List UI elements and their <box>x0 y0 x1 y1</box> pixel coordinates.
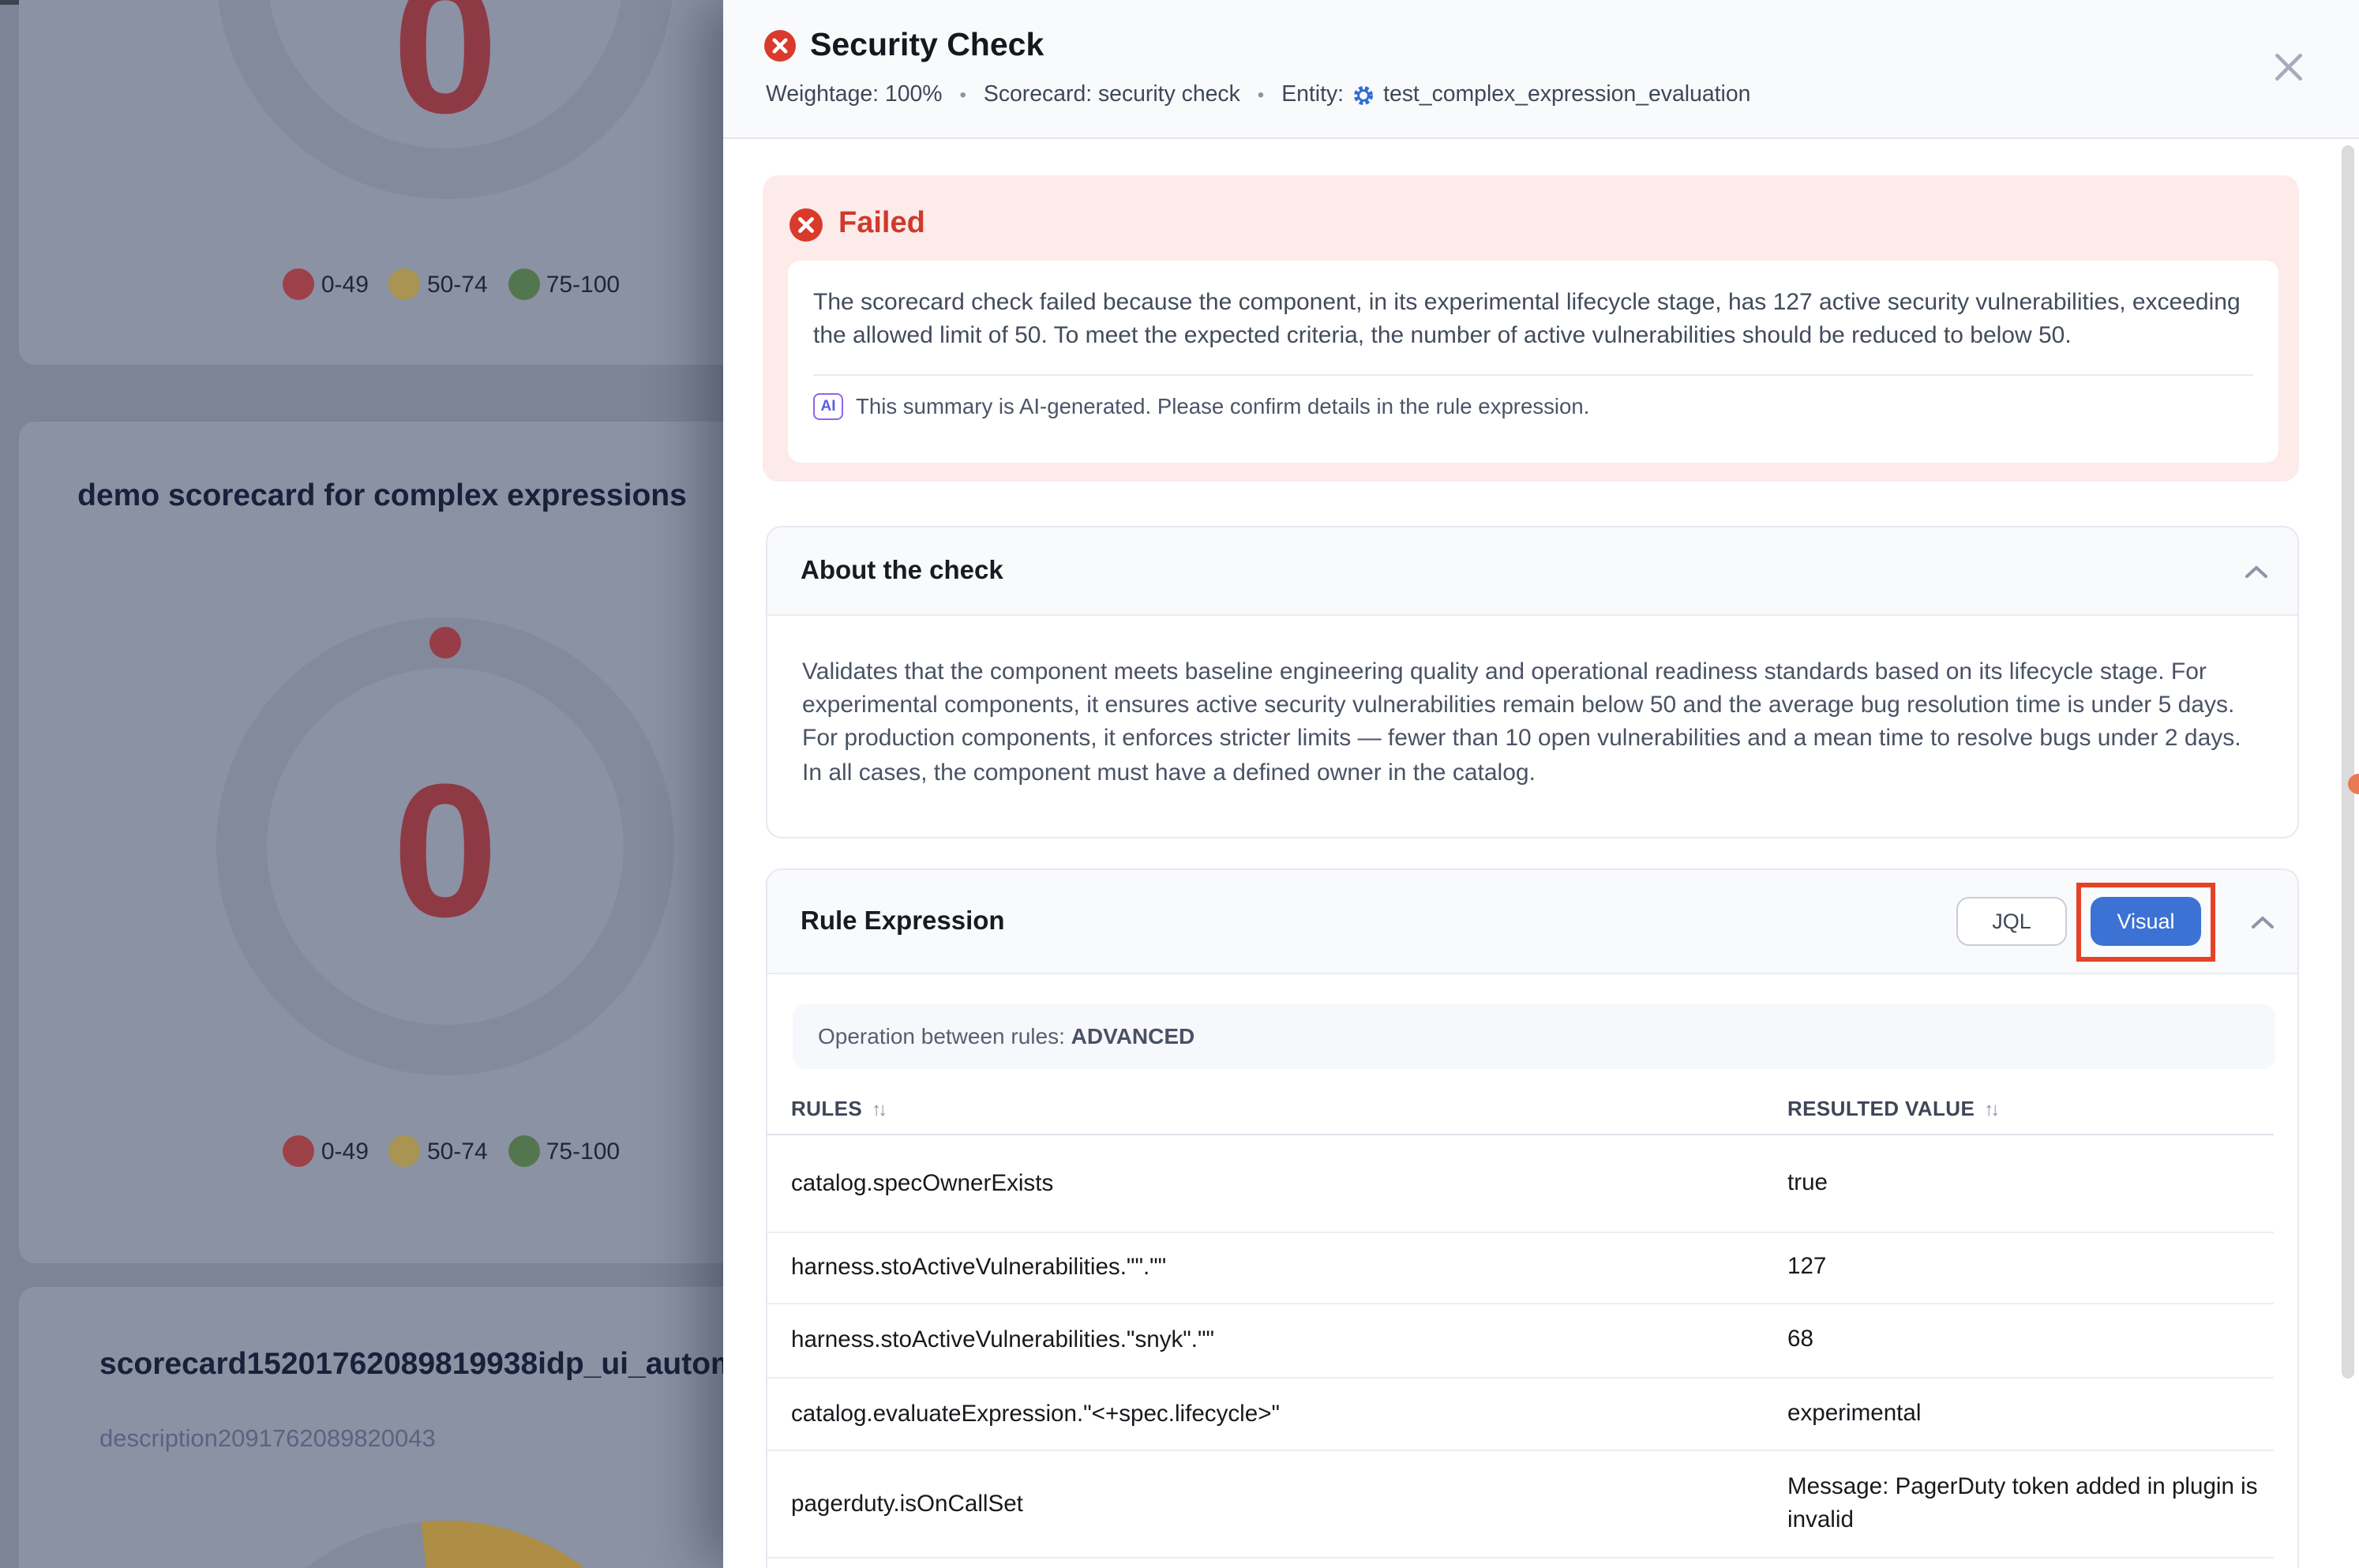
rules-column-header[interactable]: RULES ↑↓ <box>791 1097 884 1120</box>
rule-name: harness.stoActiveVulnerabilities.""."" <box>791 1255 1166 1281</box>
visual-toggle-button[interactable]: Visual <box>2091 897 2201 946</box>
column-header-label: RESULTED VALUE <box>1787 1097 1975 1120</box>
sort-icon[interactable]: ↑↓ <box>872 1097 884 1120</box>
legend-item: 50-74 <box>389 1135 488 1167</box>
legend-item: 50-74 <box>389 268 488 300</box>
about-check-title: About the check <box>801 556 1003 586</box>
legend-dot-green <box>508 268 540 300</box>
close-icon[interactable] <box>2272 51 2305 84</box>
legend-item: 75-100 <box>508 268 620 300</box>
ai-disclaimer-text: This summary is AI-generated. Please con… <box>856 395 1589 418</box>
legend-dot-yellow <box>389 268 421 300</box>
rule-name: pagerduty.isOnCallSet <box>791 1491 1023 1517</box>
legend-label: 0-49 <box>321 1138 369 1165</box>
status-label: Failed <box>838 207 925 242</box>
legend-label: 75-100 <box>546 1138 620 1165</box>
failed-status-icon <box>789 208 823 242</box>
resulted-value-column-header[interactable]: RESULTED VALUE ↑↓ <box>1787 1097 1997 1120</box>
scorecard-name: Scorecard: security check <box>984 82 1240 107</box>
legend-dot-yellow <box>389 1135 421 1167</box>
failure-summary-text: The scorecard check failed because the c… <box>813 286 2253 354</box>
jql-toggle-button[interactable]: JQL <box>1956 897 2067 946</box>
rules-table: RULES ↑↓ RESULTED VALUE ↑↓ catalog.specO… <box>767 1083 2274 1559</box>
weightage-value: Weightage: 100% <box>766 82 943 107</box>
table-row: harness.stoActiveVulnerabilities."snyk".… <box>767 1304 2274 1379</box>
gauge-arc-yellow <box>424 1546 621 1568</box>
about-check-card: About the check Validates that the compo… <box>766 526 2299 838</box>
entity-name: test_complex_expression_evaluation <box>1383 82 1750 107</box>
rules-table-header: RULES ↑↓ RESULTED VALUE ↑↓ <box>767 1083 2274 1135</box>
legend-dot-red <box>283 268 315 300</box>
chevron-up-icon[interactable] <box>2250 914 2275 928</box>
legend-label: 50-74 <box>427 1138 488 1165</box>
legend-label: 50-74 <box>427 271 488 298</box>
failed-status-icon <box>764 30 796 62</box>
drawer-header: Security Check Weightage: 100% • Scoreca… <box>723 0 2359 139</box>
table-row: catalog.specOwnerExists true <box>767 1135 2274 1233</box>
table-row: harness.stoActiveVulnerabilities.""."" 1… <box>767 1233 2274 1304</box>
table-row: catalog.evaluateExpression."<+spec.lifec… <box>767 1379 2274 1451</box>
gauge-marker-dot <box>429 627 461 658</box>
entity-label: Entity: <box>1281 82 1344 107</box>
table-row: pagerduty.isOnCallSet Message: PagerDuty… <box>767 1451 2274 1559</box>
divider <box>813 374 2253 376</box>
rule-expression-title: Rule Expression <box>801 906 1005 936</box>
ai-icon: AI <box>813 393 843 420</box>
about-check-body: Validates that the component meets basel… <box>802 655 2263 790</box>
about-check-header: About the check <box>767 527 2297 616</box>
column-header-label: RULES <box>791 1097 862 1120</box>
chevron-up-icon[interactable] <box>2244 564 2269 578</box>
failed-banner: Failed The scorecard check failed becaus… <box>763 175 2299 482</box>
screen: 0 0-49 50-74 75-100 demo scorecard for c… <box>0 0 2359 1568</box>
bullet-separator-icon: • <box>1258 84 1264 106</box>
rule-name: catalog.evaluateExpression."<+spec.lifec… <box>791 1401 1280 1427</box>
scrollbar-thumb[interactable] <box>2342 145 2354 1379</box>
rule-name: catalog.specOwnerExists <box>791 1171 1053 1196</box>
legend-item: 75-100 <box>508 1135 620 1167</box>
drawer-title: Security Check <box>810 27 1044 65</box>
rule-value: experimental <box>1787 1397 2290 1431</box>
legend-dot-green <box>508 1135 540 1167</box>
security-check-drawer: Security Check Weightage: 100% • Scoreca… <box>723 0 2359 1568</box>
rule-value: 127 <box>1787 1251 2290 1285</box>
rule-value: Message: PagerDuty token added in plugin… <box>1787 1471 2290 1537</box>
ai-disclaimer: AI This summary is AI-generated. Please … <box>813 393 2253 420</box>
rule-value: true <box>1787 1167 2290 1200</box>
failure-summary-card: The scorecard check failed because the c… <box>788 261 2278 463</box>
legend-item: 0-49 <box>283 1135 369 1167</box>
operation-between-rules: Operation between rules: ADVANCED <box>793 1004 2275 1069</box>
rule-expression-header: Rule Expression JQL Visual <box>767 870 2297 974</box>
legend-label: 75-100 <box>546 271 620 298</box>
gear-icon <box>1352 83 1375 107</box>
legend-dot-red <box>283 1135 315 1167</box>
operation-value: ADVANCED <box>1071 1023 1195 1048</box>
entity-ref: Entity: test_complex_expression_evaluati… <box>1281 82 1750 107</box>
legend-item: 0-49 <box>283 268 369 300</box>
bullet-separator-icon: • <box>960 84 966 106</box>
rule-name: harness.stoActiveVulnerabilities."snyk".… <box>791 1328 1214 1353</box>
rule-value: 68 <box>1787 1324 2290 1357</box>
drawer-meta: Weightage: 100% • Scorecard: security ch… <box>766 82 1750 107</box>
legend-label: 0-49 <box>321 271 369 298</box>
rule-expression-card: Rule Expression JQL Visual Operation bet… <box>766 868 2299 1568</box>
sort-icon[interactable]: ↑↓ <box>1984 1097 1997 1120</box>
operation-label: Operation between rules: <box>818 1023 1065 1048</box>
